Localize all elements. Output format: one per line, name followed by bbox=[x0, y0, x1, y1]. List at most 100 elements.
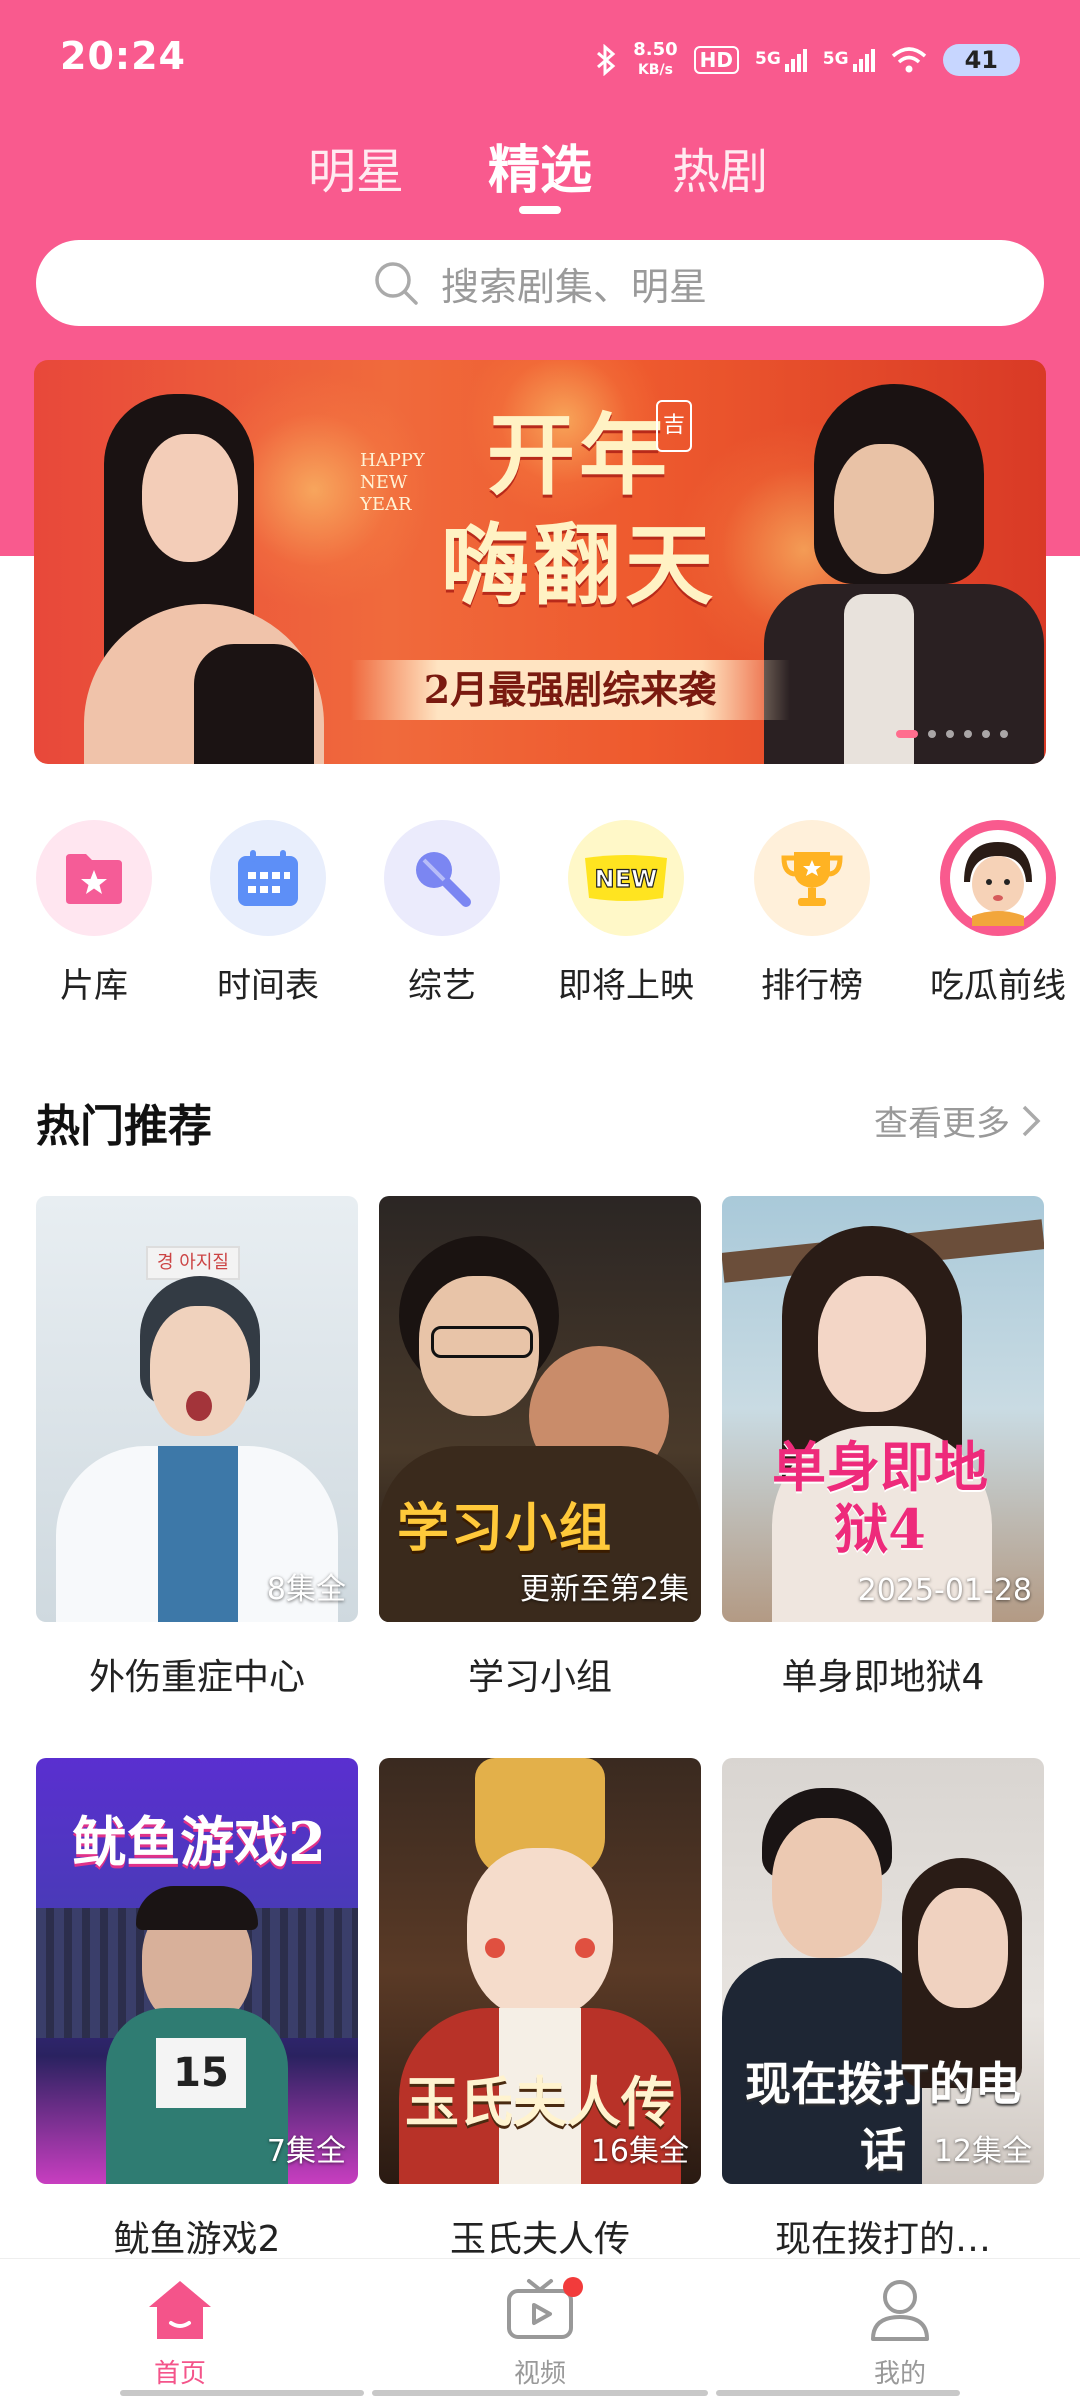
episode-badge: 16集全 bbox=[590, 2134, 689, 2169]
status-bar: 20:24 8.50 KB/s HD 5G 5G 41 bbox=[0, 0, 1080, 118]
episode-badge: 2025-01-28 bbox=[857, 1573, 1032, 1608]
signal-icon: 5G bbox=[822, 48, 875, 72]
episode-badge: 12集全 bbox=[933, 2134, 1032, 2169]
shortcut-label: 排行榜 bbox=[761, 966, 863, 1006]
banner-pagination bbox=[896, 730, 1008, 738]
status-icons: 8.50 KB/s HD 5G 5G 41 bbox=[595, 36, 1020, 84]
episode-badge: 更新至第2集 bbox=[519, 1572, 689, 1607]
shortcut-schedule[interactable]: 时间表 bbox=[178, 820, 358, 1007]
net-speed: 8.50 KB/s bbox=[633, 40, 677, 80]
shortcut-row: 片库 时间表 综艺 NEW 即将上映 排行榜 吃瓜前线 bbox=[0, 820, 1080, 1020]
profile-icon bbox=[871, 2280, 929, 2341]
episode-badge: 7集全 bbox=[266, 2134, 346, 2169]
banner-person-left bbox=[84, 394, 344, 764]
pagination-dot bbox=[946, 730, 954, 738]
gesture-bar bbox=[120, 2390, 364, 2396]
drama-title: 玉氏夫人传 bbox=[449, 2219, 630, 2260]
episode-badge: 8集全 bbox=[266, 1572, 346, 1607]
poster-title-text: 单身即地狱4 bbox=[772, 1435, 988, 1561]
trophy-icon bbox=[754, 820, 870, 936]
new-badge-icon: NEW bbox=[568, 820, 684, 936]
home-icon bbox=[149, 2281, 211, 2339]
nav-home[interactable]: 首页 bbox=[80, 2277, 280, 2390]
banner-person-right bbox=[754, 384, 1044, 764]
shortcut-gossip[interactable]: 吃瓜前线 bbox=[908, 820, 1080, 1007]
search-placeholder: 搜索剧集、明星 bbox=[440, 264, 707, 309]
drama-title: 鱿鱼游戏2 bbox=[113, 2219, 281, 2260]
drama-poster: 玉氏夫人传 16集全 bbox=[379, 1758, 701, 2184]
net-speed-value: 8.50 bbox=[633, 39, 678, 60]
notification-dot bbox=[563, 2277, 583, 2297]
tab-stars[interactable]: 明星 bbox=[308, 132, 404, 202]
drama-card[interactable]: 玉氏夫人传 16集全 玉氏夫人传 bbox=[379, 1758, 701, 2262]
banner-headline-line2: 嗨翻天 bbox=[440, 513, 717, 617]
promo-banner[interactable]: HAPPY NEW YEAR 开年 嗨翻天 吉 2月最强剧综来袭 bbox=[34, 360, 1046, 764]
shortcut-label: 片库 bbox=[60, 966, 128, 1006]
pagination-dot bbox=[964, 730, 972, 738]
calendar-icon bbox=[210, 820, 326, 936]
gesture-bar bbox=[372, 2390, 708, 2396]
pagination-dot bbox=[1000, 730, 1008, 738]
nav-label: 视频 bbox=[513, 2359, 566, 2389]
shortcut-label: 吃瓜前线 bbox=[930, 966, 1066, 1006]
microphone-icon bbox=[384, 820, 500, 936]
wifi-icon bbox=[891, 47, 926, 73]
drama-poster: 경 아지질 8集全 bbox=[36, 1196, 358, 1622]
see-more-label: 查看更多 bbox=[874, 1104, 1010, 1144]
signal-icon: 5G bbox=[755, 48, 807, 72]
shortcut-label: 时间表 bbox=[217, 966, 319, 1006]
tab-featured[interactable]: 精选 bbox=[488, 128, 592, 203]
shortcut-ranking[interactable]: 排行榜 bbox=[722, 820, 902, 1007]
poster-title-text: 鱿鱼游戏2 bbox=[72, 1810, 326, 1874]
see-more-link[interactable]: 查看更多 bbox=[874, 1096, 1044, 1145]
hd-icon: HD bbox=[693, 46, 739, 74]
shortcut-label: 综艺 bbox=[408, 966, 476, 1006]
banner-subtitle: 2月最强剧综来袭 bbox=[350, 660, 790, 720]
drama-poster: 学习小组 更新至第2集 bbox=[379, 1196, 701, 1622]
drama-title: 单身即地狱4 bbox=[781, 1657, 985, 1698]
net-speed-unit: KB/s bbox=[637, 62, 673, 78]
active-tab-indicator bbox=[519, 206, 561, 214]
drama-card[interactable]: 学习小组 更新至第2集 学习小组 bbox=[379, 1196, 701, 1700]
doll-avatar-icon bbox=[940, 820, 1056, 936]
search-icon bbox=[375, 262, 418, 305]
shortcut-variety[interactable]: 综艺 bbox=[352, 820, 532, 1007]
gesture-bar bbox=[716, 2390, 960, 2396]
nav-label: 我的 bbox=[873, 2359, 926, 2389]
drama-title: 现在拨打的… bbox=[774, 2219, 991, 2260]
battery-icon: 41 bbox=[942, 44, 1020, 76]
svg-text:NEW: NEW bbox=[595, 865, 658, 893]
drama-title: 外伤重症中心 bbox=[88, 1657, 305, 1698]
shortcut-library[interactable]: 片库 bbox=[4, 820, 184, 1007]
pagination-dot bbox=[928, 730, 936, 738]
drama-card[interactable]: 单身即地狱4 2025-01-28 单身即地狱4 bbox=[722, 1196, 1044, 1700]
status-time: 20:24 bbox=[60, 34, 186, 78]
banner-seal: 吉 bbox=[656, 400, 692, 452]
pagination-dot bbox=[982, 730, 990, 738]
poster-title-text: 学习小组 bbox=[397, 1498, 614, 1559]
bluetooth-icon bbox=[597, 44, 616, 76]
sim2-label: 5G bbox=[822, 48, 849, 69]
banner-headline: 开年 嗨翻天 bbox=[364, 400, 794, 620]
nav-profile[interactable]: 我的 bbox=[800, 2277, 1000, 2390]
drama-card[interactable]: 15 鱿鱼游戏2 7集全 鱿鱼游戏2 bbox=[36, 1758, 358, 2262]
search-bar[interactable]: 搜索剧集、明星 bbox=[36, 240, 1044, 326]
nav-video[interactable]: 视频 bbox=[440, 2277, 640, 2390]
shortcut-label: 即将上映 bbox=[558, 966, 694, 1006]
drama-poster: 现在拨打的电话 12集全 bbox=[722, 1758, 1044, 2184]
bottom-nav: 首页 视频 我的 bbox=[0, 2258, 1080, 2401]
drama-poster: 单身即地狱4 2025-01-28 bbox=[722, 1196, 1044, 1622]
drama-poster: 15 鱿鱼游戏2 7集全 bbox=[36, 1758, 358, 2184]
nav-label: 首页 bbox=[153, 2359, 206, 2389]
chevron-right-icon bbox=[1022, 1105, 1041, 1136]
drama-card[interactable]: 경 아지질 8集全 外伤重症中心 bbox=[36, 1196, 358, 1700]
sim1-label: 5G bbox=[755, 48, 781, 69]
pagination-dot bbox=[896, 730, 918, 738]
shortcut-upcoming[interactable]: NEW 即将上映 bbox=[536, 820, 716, 1007]
folder-star-icon bbox=[36, 820, 152, 936]
drama-card[interactable]: 现在拨打的电话 12集全 现在拨打的… bbox=[722, 1758, 1044, 2262]
banner-headline-line1: 开年 bbox=[486, 403, 671, 507]
poster-sign-decoration: 경 아지질 bbox=[146, 1246, 240, 1280]
drama-title: 学习小组 bbox=[467, 1657, 612, 1698]
tab-hot-dramas[interactable]: 热剧 bbox=[672, 132, 768, 202]
